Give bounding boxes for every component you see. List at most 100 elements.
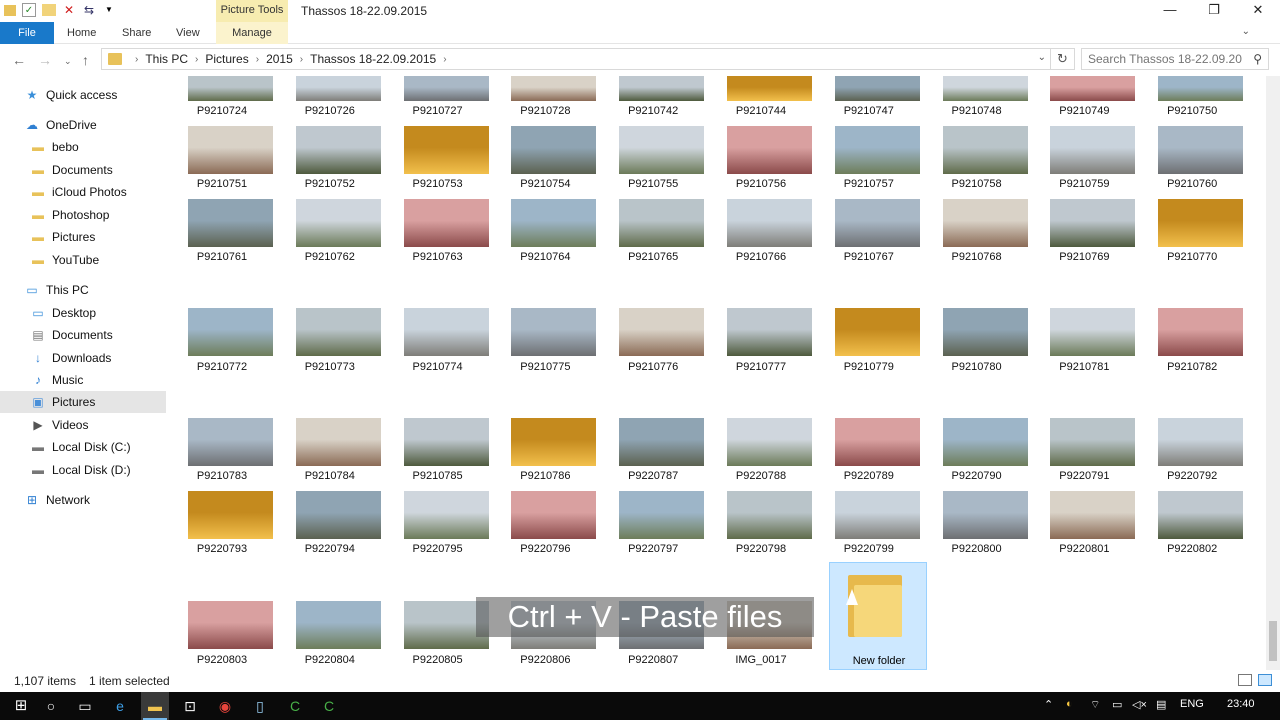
camtasia-recorder-icon[interactable]: C xyxy=(320,697,338,715)
details-view-icon[interactable] xyxy=(1238,674,1252,686)
chevron-right-icon[interactable]: › xyxy=(135,54,138,65)
file-name: P9210749 xyxy=(1059,105,1110,117)
app-icon[interactable]: ▯ xyxy=(251,697,269,715)
task-view-icon[interactable]: ▭ xyxy=(76,697,94,715)
pictures-icon: ▣ xyxy=(32,395,44,409)
properties-icon[interactable]: ✓ xyxy=(22,3,36,17)
taskbar: ⊞ ○ ▭ e ▬ ⊡ ◉ ▯ C C ⌃ ◐ ⌔ ▭ ◁× ▤ ENG 23:… xyxy=(0,692,1280,720)
search-icon[interactable]: ⚲ xyxy=(1253,52,1262,66)
sidebar-item-label: OneDrive xyxy=(46,118,97,132)
file-name: P9220792 xyxy=(1167,470,1218,482)
sidebar-item-network[interactable]: ⊞ Network xyxy=(0,489,166,511)
chevron-down-icon[interactable]: ⌄ xyxy=(1038,52,1046,63)
tab-file[interactable]: File xyxy=(0,22,54,44)
sidebar-item-youtube[interactable]: ▬ YouTube xyxy=(0,249,166,271)
tab-home[interactable]: Home xyxy=(55,22,108,44)
sidebar-item-videos[interactable]: ▶ Videos xyxy=(0,414,166,436)
sidebar-item-downloads[interactable]: ↓ Downloads xyxy=(0,347,166,369)
notifications-icon[interactable]: ▤ xyxy=(1156,698,1166,711)
camtasia-icon[interactable]: C xyxy=(286,697,304,715)
network-icon[interactable]: ⌔ xyxy=(1090,698,1100,712)
sidebar-item-this-pc[interactable]: ▭ This PC xyxy=(0,279,166,301)
file-name: P9220794 xyxy=(304,543,355,555)
file-name: P9220799 xyxy=(843,543,894,555)
recent-locations-icon[interactable]: ⌄ xyxy=(64,56,72,67)
file-name: P9220788 xyxy=(735,470,787,482)
chevron-right-icon[interactable]: › xyxy=(443,54,446,65)
clock[interactable]: 23:40 xyxy=(1227,698,1255,710)
breadcrumb-pictures[interactable]: Pictures xyxy=(205,52,248,66)
sidebar-item-pictures[interactable]: ▬ Pictures xyxy=(0,226,166,248)
vertical-scrollbar[interactable] xyxy=(1266,76,1280,670)
customize-qat-icon[interactable]: ▼ xyxy=(102,3,116,17)
file-name: P9210724 xyxy=(196,105,248,117)
folder-icon: ▬ xyxy=(32,253,44,267)
breadcrumb-2015[interactable]: 2015 xyxy=(266,52,293,66)
address-bar[interactable]: › This PC › Pictures › 2015 › Thassos 18… xyxy=(101,48,1051,70)
rename-icon[interactable]: ⇆ xyxy=(82,3,96,17)
file-name: P9210756 xyxy=(735,178,787,190)
expand-ribbon-icon[interactable]: ⌄ xyxy=(1242,26,1250,37)
language-indicator[interactable]: ENG xyxy=(1180,698,1204,710)
sidebar-item-documents[interactable]: ▬ Documents xyxy=(0,159,166,181)
sidebar-item-documents[interactable]: ▤ Documents xyxy=(0,324,166,346)
sidebar-item-label: Music xyxy=(52,373,84,387)
sidebar-item-onedrive[interactable]: ☁ OneDrive xyxy=(0,114,166,136)
file-name: P9220807 xyxy=(628,654,679,666)
music-icon: ♪ xyxy=(35,373,41,387)
photo-thumbnail xyxy=(511,308,597,356)
contextual-tab-group: Picture Tools xyxy=(216,0,288,22)
tab-view[interactable]: View xyxy=(164,22,212,44)
chevron-right-icon[interactable]: › xyxy=(195,54,198,65)
edge-icon[interactable]: e xyxy=(111,697,129,715)
scrollbar-thumb[interactable] xyxy=(1269,621,1277,661)
store-icon[interactable]: ⊡ xyxy=(181,697,199,715)
forward-arrow-icon[interactable]: → xyxy=(38,52,52,68)
maximize-button[interactable]: ❐ xyxy=(1192,0,1236,22)
search-icon[interactable]: ○ xyxy=(42,697,60,715)
file-name: P9220802 xyxy=(1167,543,1218,555)
delete-icon[interactable]: ✕ xyxy=(62,3,76,17)
minimize-button[interactable]: — xyxy=(1148,0,1192,22)
photo-thumbnail xyxy=(727,491,812,539)
sidebar-item-local-disk-d[interactable]: ▬ Local Disk (D:) xyxy=(0,459,166,481)
chevron-right-icon[interactable]: › xyxy=(300,54,303,65)
photo-thumbnail xyxy=(511,418,597,466)
start-icon[interactable]: ⊞ xyxy=(12,697,30,715)
sidebar-item-bebo[interactable]: ▬ bebo xyxy=(0,136,166,158)
up-arrow-icon[interactable]: ↑ xyxy=(82,52,89,68)
sidebar-item-quick-access[interactable]: ★ Quick access xyxy=(0,84,166,106)
photo-thumbnail xyxy=(188,308,273,356)
sidebar-item-music[interactable]: ♪ Music xyxy=(0,369,166,391)
volume-icon[interactable]: ◁× xyxy=(1132,698,1147,711)
tab-share[interactable]: Share xyxy=(110,22,163,44)
tab-manage[interactable]: Manage xyxy=(216,22,288,44)
breadcrumb-thassos[interactable]: Thassos 18-22.09.2015 xyxy=(310,52,436,66)
new-folder-icon[interactable] xyxy=(42,4,56,16)
photo-thumbnail xyxy=(834,308,920,356)
chrome-icon[interactable]: ◉ xyxy=(216,697,234,715)
file-name: P9220789 xyxy=(843,470,894,482)
search-input[interactable] xyxy=(1082,49,1242,69)
tray-app-icon[interactable]: ◐ xyxy=(1066,698,1073,710)
sidebar-item-local-disk-c[interactable]: ▬ Local Disk (C:) xyxy=(0,436,166,458)
chevron-right-icon[interactable]: › xyxy=(256,54,259,65)
new-folder-tile[interactable]: New folder xyxy=(829,562,927,670)
folder-front-shape xyxy=(854,585,902,637)
sidebar-item-label: This PC xyxy=(46,283,89,297)
sidebar-item-icloud-photos[interactable]: ▬ iCloud Photos xyxy=(0,181,166,203)
file-name: P9210766 xyxy=(735,251,787,263)
sidebar-item-photoshop[interactable]: ▬ Photoshop xyxy=(0,204,166,226)
sidebar-item-label: iCloud Photos xyxy=(52,185,127,199)
chevron-up-icon[interactable]: ⌃ xyxy=(1044,698,1053,711)
close-button[interactable]: ✕ xyxy=(1236,0,1280,22)
sidebar-item-pictures[interactable]: ▣ Pictures xyxy=(0,391,166,413)
battery-icon[interactable]: ▭ xyxy=(1112,698,1122,711)
back-arrow-icon[interactable]: ← xyxy=(12,52,26,68)
window-controls: — ❐ ✕ xyxy=(1148,0,1280,22)
breadcrumb-this-pc[interactable]: This PC xyxy=(145,52,188,66)
sidebar-item-desktop[interactable]: ▭ Desktop xyxy=(0,302,166,324)
large-icons-view-icon[interactable] xyxy=(1258,674,1272,686)
photo-thumbnail xyxy=(295,491,381,539)
refresh-icon[interactable]: ↻ xyxy=(1051,48,1075,70)
